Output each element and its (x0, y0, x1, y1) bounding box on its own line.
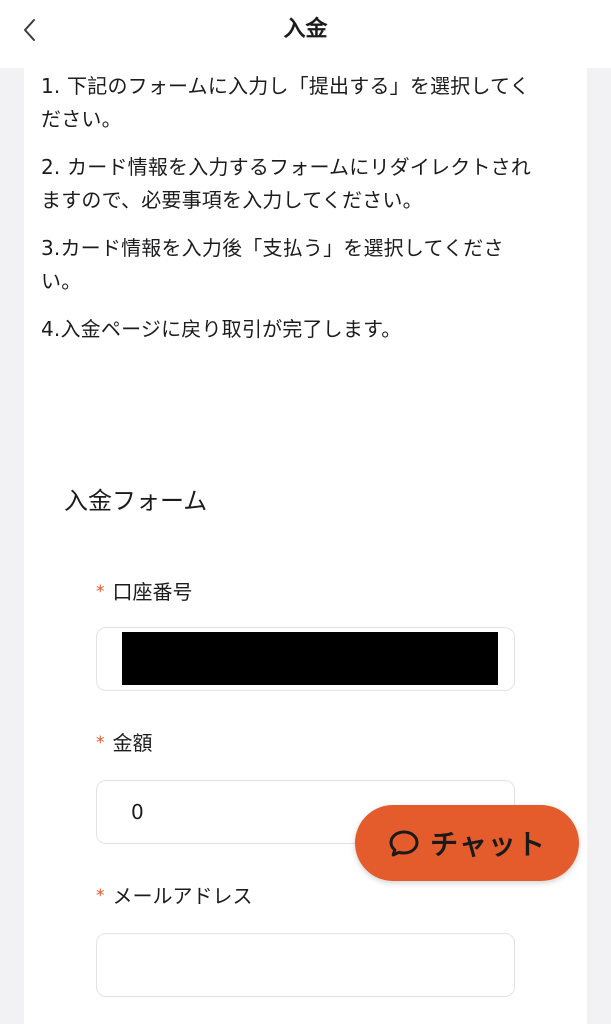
chat-bubble-icon (388, 828, 420, 858)
instruction-step-4: 4.入金ページに戻り取引が完了します。 (41, 317, 402, 341)
email-label-text: メールアドレス (112, 884, 253, 908)
account-number-label-text: 口座番号 (112, 580, 193, 604)
form-title: 入金フォーム (64, 487, 208, 515)
instruction-step-2: 2. カード情報を入力するフォームにリダイレクトされますので、必要事項を入力して… (41, 155, 532, 212)
required-mark: * (96, 582, 105, 602)
email-field[interactable] (96, 933, 515, 997)
chat-button[interactable]: チャット (355, 805, 579, 881)
email-label: * メールアドレス (96, 881, 253, 911)
instruction-step-1: 1. 下記のフォームに入力し「提出する」を選択してください。 (41, 74, 530, 131)
amount-label-text: 金額 (112, 731, 153, 755)
email-input[interactable] (97, 934, 514, 996)
instruction-list: 1. 下記のフォームに入力し「提出する」を選択してください。 2. カード情報を… (41, 70, 541, 361)
instruction-step-3: 3.カード情報を入力後「支払う」を選択してください。 (41, 236, 504, 293)
account-number-label: * 口座番号 (96, 577, 193, 607)
required-mark: * (96, 886, 105, 906)
account-number-field[interactable] (96, 627, 515, 691)
redaction-block (122, 632, 498, 685)
amount-label: * 金額 (96, 728, 153, 758)
chat-button-label: チャット (430, 828, 546, 861)
required-mark: * (96, 733, 105, 753)
top-nav-bar: 入金 (0, 0, 611, 68)
page-title: 入金 (283, 17, 328, 42)
